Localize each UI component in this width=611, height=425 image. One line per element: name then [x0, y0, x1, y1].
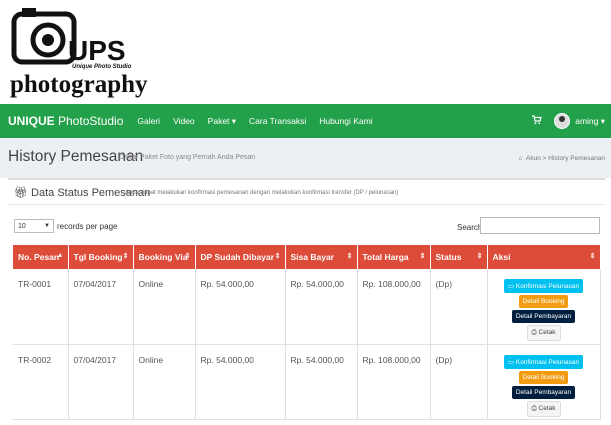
gift-icon: 🎁︎ [14, 187, 28, 199]
konfirmasi-pelunasan-button[interactable]: ▭ Konfirmasi Pelunasan [503, 354, 584, 369]
cell-tgl-booking: 07/04/2017 [68, 344, 134, 420]
top-navbar: UNIQUE PhotoStudio Galeri Video Paket ▾ … [0, 104, 611, 138]
logo-word: photography [10, 71, 148, 98]
cell-dp: Rp. 54.000,00 [195, 344, 286, 420]
cell-dp: Rp. 54.000,00 [195, 269, 286, 345]
header-no-pesan[interactable]: No. Pesan ▲ [13, 245, 69, 269]
camera-logo-icon: UPS Unique Photo Studio photography [10, 8, 148, 98]
logo-tagline: Unique Photo Studio [72, 64, 132, 70]
nav-item-cara-transaksi[interactable]: Cara Transaksi [249, 116, 306, 127]
header-dp-dibayar[interactable]: DP Sudah Dibayar ⇕ [195, 245, 286, 269]
box-subtitle: Anda dapat melakukan konfirmasi pemesana… [125, 190, 399, 196]
table-row: TR-0001 07/04/2017 Online Rp. 54.000,00 … [13, 269, 601, 345]
credit-card-icon: ▭ [507, 358, 515, 366]
print-icon: ⎙ [531, 329, 537, 336]
select-arrow-icon: ▼ [44, 223, 50, 229]
detail-pembayaran-button[interactable]: Detail Pembayaran [511, 310, 576, 323]
sort-icon: ⇕ [346, 253, 353, 260]
records-per-page-select[interactable]: 10 ▼ [14, 219, 54, 233]
konfirmasi-pelunasan-button[interactable]: ▭ Konfirmasi Pelunasan [503, 279, 584, 293]
nav-menu: Galeri Video Paket ▾ Cara Transaksi Hubu… [137, 116, 385, 127]
detail-booking-button[interactable]: Detail Booking [518, 370, 569, 384]
cell-aksi: ▭ Konfirmasi Pelunasan Detail Booking De… [487, 344, 601, 420]
user-menu[interactable]: aming ▾ [575, 116, 605, 127]
cell-aksi: ▭ Konfirmasi Pelunasan Detail Booking De… [487, 269, 601, 345]
logo-brand: UPS [68, 35, 126, 66]
cell-booking-via: Online [133, 269, 196, 345]
page-subtitle: Daftar Paket Foto yang Pernah Anda Pesan [119, 154, 256, 161]
nav-item-video[interactable]: Video [173, 116, 195, 127]
sort-icon: ⇕ [419, 253, 426, 260]
user-avatar[interactable] [554, 113, 571, 129]
cell-booking-via: Online [133, 344, 196, 420]
header-tgl-booking[interactable]: Tgl Booking ⇕ [68, 245, 134, 269]
sort-icon: ⇕ [122, 253, 129, 260]
cetak-button[interactable]: ⎙ Cetak [526, 400, 561, 417]
home-icon[interactable]: ⌂ [518, 155, 522, 162]
header-sisa-bayar[interactable]: Sisa Bayar ⇕ [285, 245, 358, 269]
nav-item-paket[interactable]: Paket ▾ [208, 116, 236, 127]
table-row: TR-0002 07/04/2017 Online Rp. 54.000,00 … [13, 344, 601, 420]
studio-logo: UPS Unique Photo Studio photography [8, 6, 148, 98]
cart-icon[interactable] [532, 115, 543, 127]
cell-tgl-booking: 07/04/2017 [68, 269, 134, 345]
cell-no-pesan: TR-0002 [13, 344, 69, 420]
nav-right: aming ▾ [532, 104, 605, 138]
cell-total: Rp. 108.000,00 [357, 269, 431, 345]
records-per-page-label: records per page [57, 222, 118, 231]
cetak-button[interactable]: ⎙ Cetak [526, 325, 561, 341]
header-aksi[interactable]: Aksi ⇕ [487, 245, 601, 269]
detail-pembayaran-button[interactable]: Detail Pembayaran [511, 385, 576, 399]
cell-status: (Dp) [430, 344, 488, 420]
breadcrumb: ⌂ Akun > History Pemesanan [518, 155, 605, 162]
booking-history-table: No. Pesan ▲ Tgl Booking ⇕ Booking Via ⇕ DP … [13, 245, 601, 420]
nav-item-hubungi-kami[interactable]: Hubungi Kami [319, 116, 372, 127]
breadcrumb-text[interactable]: Akun > History Pemesanan [526, 155, 605, 162]
detail-booking-button[interactable]: Detail Booking [518, 295, 569, 308]
header-booking-via[interactable]: Booking Via ⇕ [133, 245, 196, 269]
sort-icon: ⇕ [184, 253, 191, 260]
sort-icon: ⇕ [274, 253, 281, 260]
cell-status: (Dp) [430, 269, 488, 345]
print-icon: ⎙ [531, 404, 537, 412]
box-divider [8, 204, 605, 205]
cell-sisa: Rp. 54.000,00 [285, 269, 358, 345]
header-status[interactable]: Status ⇕ [430, 245, 488, 269]
credit-card-icon: ▭ [507, 283, 515, 290]
sort-icon: ▲ [56, 252, 64, 259]
sort-icon: ⇕ [589, 253, 596, 260]
sort-icon: ⇕ [476, 253, 483, 260]
header-total-harga[interactable]: Total Harga ⇕ [357, 245, 431, 269]
search-input[interactable] [480, 217, 600, 234]
navbar-brand[interactable]: UNIQUE PhotoStudio [8, 114, 123, 128]
nav-item-galeri[interactable]: Galeri [137, 116, 160, 127]
cell-sisa: Rp. 54.000,00 [285, 344, 358, 420]
cell-total: Rp. 108.000,00 [357, 344, 431, 420]
cell-no-pesan: TR-0001 [13, 269, 69, 345]
